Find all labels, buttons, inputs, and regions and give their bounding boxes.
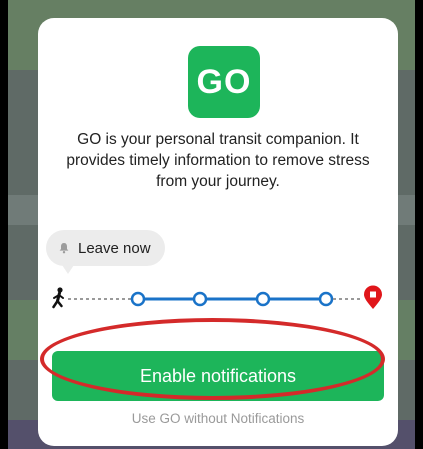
stop-marker: [255, 291, 271, 307]
stop-marker: [130, 291, 146, 307]
use-without-notifications-link[interactable]: Use GO without Notifications: [38, 411, 398, 426]
go-logo: GO: [188, 46, 260, 118]
walking-person-icon: [52, 287, 64, 309]
leave-now-label: Leave now: [78, 239, 151, 257]
stop-marker: [318, 291, 334, 307]
onboarding-modal: GO GO is your personal transit companion…: [38, 18, 398, 446]
destination-pin-icon: [364, 285, 382, 309]
leave-now-chip: Leave now: [46, 230, 165, 274]
bell-icon: [59, 243, 69, 254]
stop-marker: [192, 291, 208, 307]
enable-notifications-button[interactable]: Enable notifications: [52, 351, 384, 401]
description-text: GO is your personal transit companion. I…: [66, 131, 370, 190]
journey-illustration: [52, 285, 382, 309]
